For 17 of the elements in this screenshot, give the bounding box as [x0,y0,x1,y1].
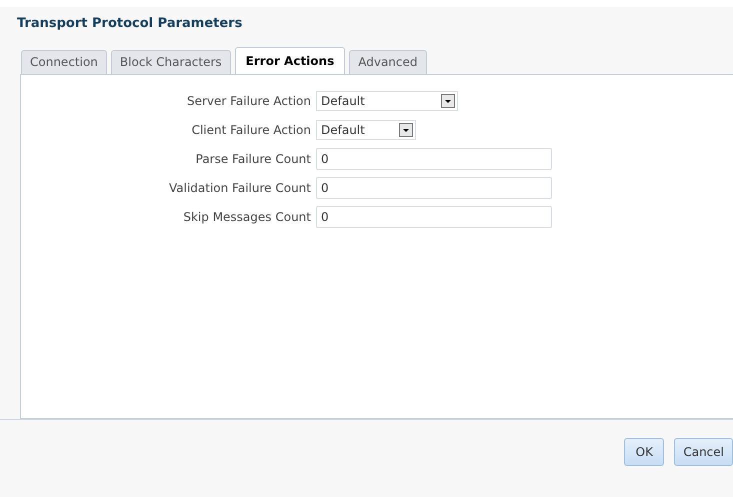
field-label: Client Failure Action [190,123,312,137]
tab[interactable]: Advanced [349,50,427,74]
tab[interactable]: Connection [21,50,107,74]
tab[interactable]: Block Characters [110,50,231,74]
dialog-button[interactable]: Cancel [674,438,733,466]
dialog-button[interactable]: OK [624,438,664,466]
dropdown-field[interactable]: Default [316,91,458,111]
field-label: Parse Failure Count [194,152,312,166]
tab[interactable]: Error Actions [234,47,346,74]
input-field[interactable]: 0 [316,148,552,170]
dropdown-field[interactable]: Default [316,120,416,140]
dialog-title: Transport Protocol Parameters [16,15,244,33]
input-field[interactable]: 0 [316,206,552,228]
input-field[interactable]: 0 [316,177,552,199]
field-label: Server Failure Action [186,94,312,108]
field-label: Validation Failure Count [168,181,312,195]
field-label: Skip Messages Count [182,210,312,224]
